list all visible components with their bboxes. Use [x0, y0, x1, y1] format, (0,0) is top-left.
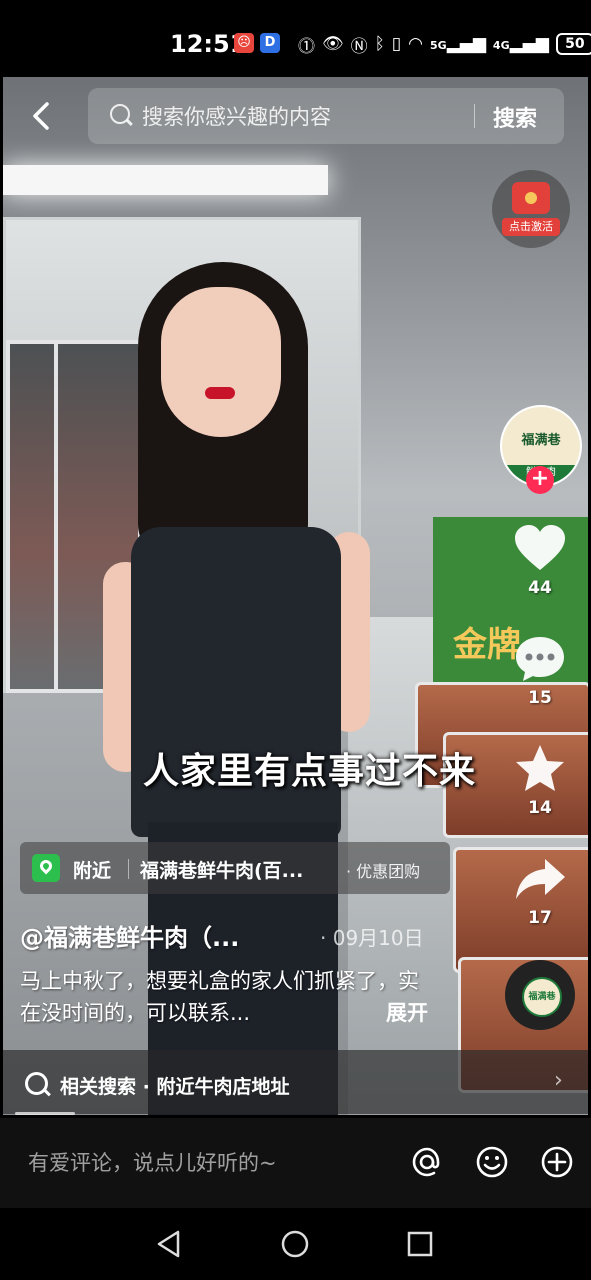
- follow-button[interactable]: +: [526, 466, 554, 494]
- like-button[interactable]: 44: [505, 522, 575, 598]
- status-bar: 12:51 ☹ D ⓵ 👁 Ⓝ ᛒ ▯ ◠ 5G▂▄▆ 4G▂▄▆ 50: [0, 0, 591, 80]
- search-icon: [110, 104, 130, 124]
- heart-icon: [515, 525, 565, 570]
- emoji-icon[interactable]: [475, 1145, 509, 1179]
- poi-nearby-label: 附近: [73, 860, 112, 882]
- data-saver-icon: ⓵: [298, 36, 315, 57]
- app-notification-icon: ☹: [234, 33, 254, 53]
- chevron-right-icon: ›: [554, 1068, 563, 1093]
- vibrate-icon: ▯: [391, 34, 402, 54]
- red-packet-button[interactable]: 点击激活: [492, 170, 570, 248]
- signal-5g-icon: 5G▂▄▆: [430, 34, 486, 54]
- star-icon: [516, 745, 564, 791]
- poi-tag: · 优惠团购: [346, 862, 421, 881]
- author-name[interactable]: @福满巷鲜牛肉（...: [20, 918, 239, 953]
- bluetooth-icon: ᛒ: [374, 34, 385, 54]
- signal-4g-icon: 4G▂▄▆: [492, 34, 549, 54]
- location-pin-icon: [32, 854, 60, 882]
- back-button[interactable]: [27, 98, 57, 134]
- post-caption: 马上中秋了，想要礼盒的家人们抓紧了，实在没时间的，可以联系...: [20, 969, 419, 1025]
- comment-bar: [0, 1118, 591, 1208]
- plus-circle-icon[interactable]: [540, 1145, 574, 1179]
- nav-recents-icon[interactable]: [402, 1226, 438, 1262]
- favorite-button[interactable]: 14: [505, 742, 575, 818]
- nav-back-icon[interactable]: [152, 1226, 188, 1262]
- search-icon: [25, 1072, 48, 1095]
- comment-button[interactable]: 15: [505, 632, 575, 708]
- comment-bubble-icon: [516, 637, 564, 681]
- eye-icon: 👁: [322, 34, 344, 54]
- red-packet-label: 点击激活: [502, 218, 560, 236]
- poi-bar[interactable]: 附近 福满巷鲜牛肉(百... · 优惠团购: [20, 842, 450, 894]
- search-divider: [474, 104, 475, 128]
- battery-indicator: 50: [555, 33, 591, 55]
- mention-icon[interactable]: [410, 1145, 444, 1179]
- search-button[interactable]: 搜索: [493, 101, 537, 133]
- search-input[interactable]: [140, 88, 464, 146]
- like-count: 44: [528, 578, 552, 598]
- nav-home-icon[interactable]: [277, 1226, 313, 1262]
- red-envelope-icon: [512, 182, 550, 214]
- video-subtitle: 人家里有点事过不来: [143, 751, 477, 792]
- related-search-text: 相关搜索 · 附近牛肉店地址: [60, 1076, 290, 1098]
- music-disc[interactable]: 福满巷: [505, 960, 575, 1030]
- nfc-icon: Ⓝ: [350, 36, 368, 57]
- favorite-count: 14: [528, 798, 552, 818]
- wifi-icon: ◠: [408, 34, 423, 54]
- expand-caption-button[interactable]: 展开: [386, 997, 428, 1027]
- comment-count: 15: [528, 688, 552, 708]
- video-progress-bar[interactable]: [15, 1112, 75, 1115]
- app-d-icon: D: [260, 33, 280, 53]
- post-date: · 09月10日: [320, 926, 424, 950]
- share-arrow-icon: [516, 859, 565, 899]
- system-nav-bar: [0, 1208, 591, 1280]
- share-count: 17: [528, 908, 552, 928]
- ceiling-light: [3, 165, 328, 195]
- status-indicators: ⓵ 👁 Ⓝ ᛒ ▯ ◠ 5G▂▄▆ 4G▂▄▆ 50: [298, 30, 591, 58]
- poi-name: 福满巷鲜牛肉(百...: [140, 860, 304, 882]
- search-bar[interactable]: 搜索: [88, 88, 564, 146]
- share-button[interactable]: 17: [505, 852, 575, 928]
- chevron-left-icon: [33, 102, 49, 130]
- related-search-bar[interactable]: 相关搜索 · 附近牛肉店地址 ›: [3, 1050, 588, 1114]
- comment-input[interactable]: [26, 1144, 390, 1182]
